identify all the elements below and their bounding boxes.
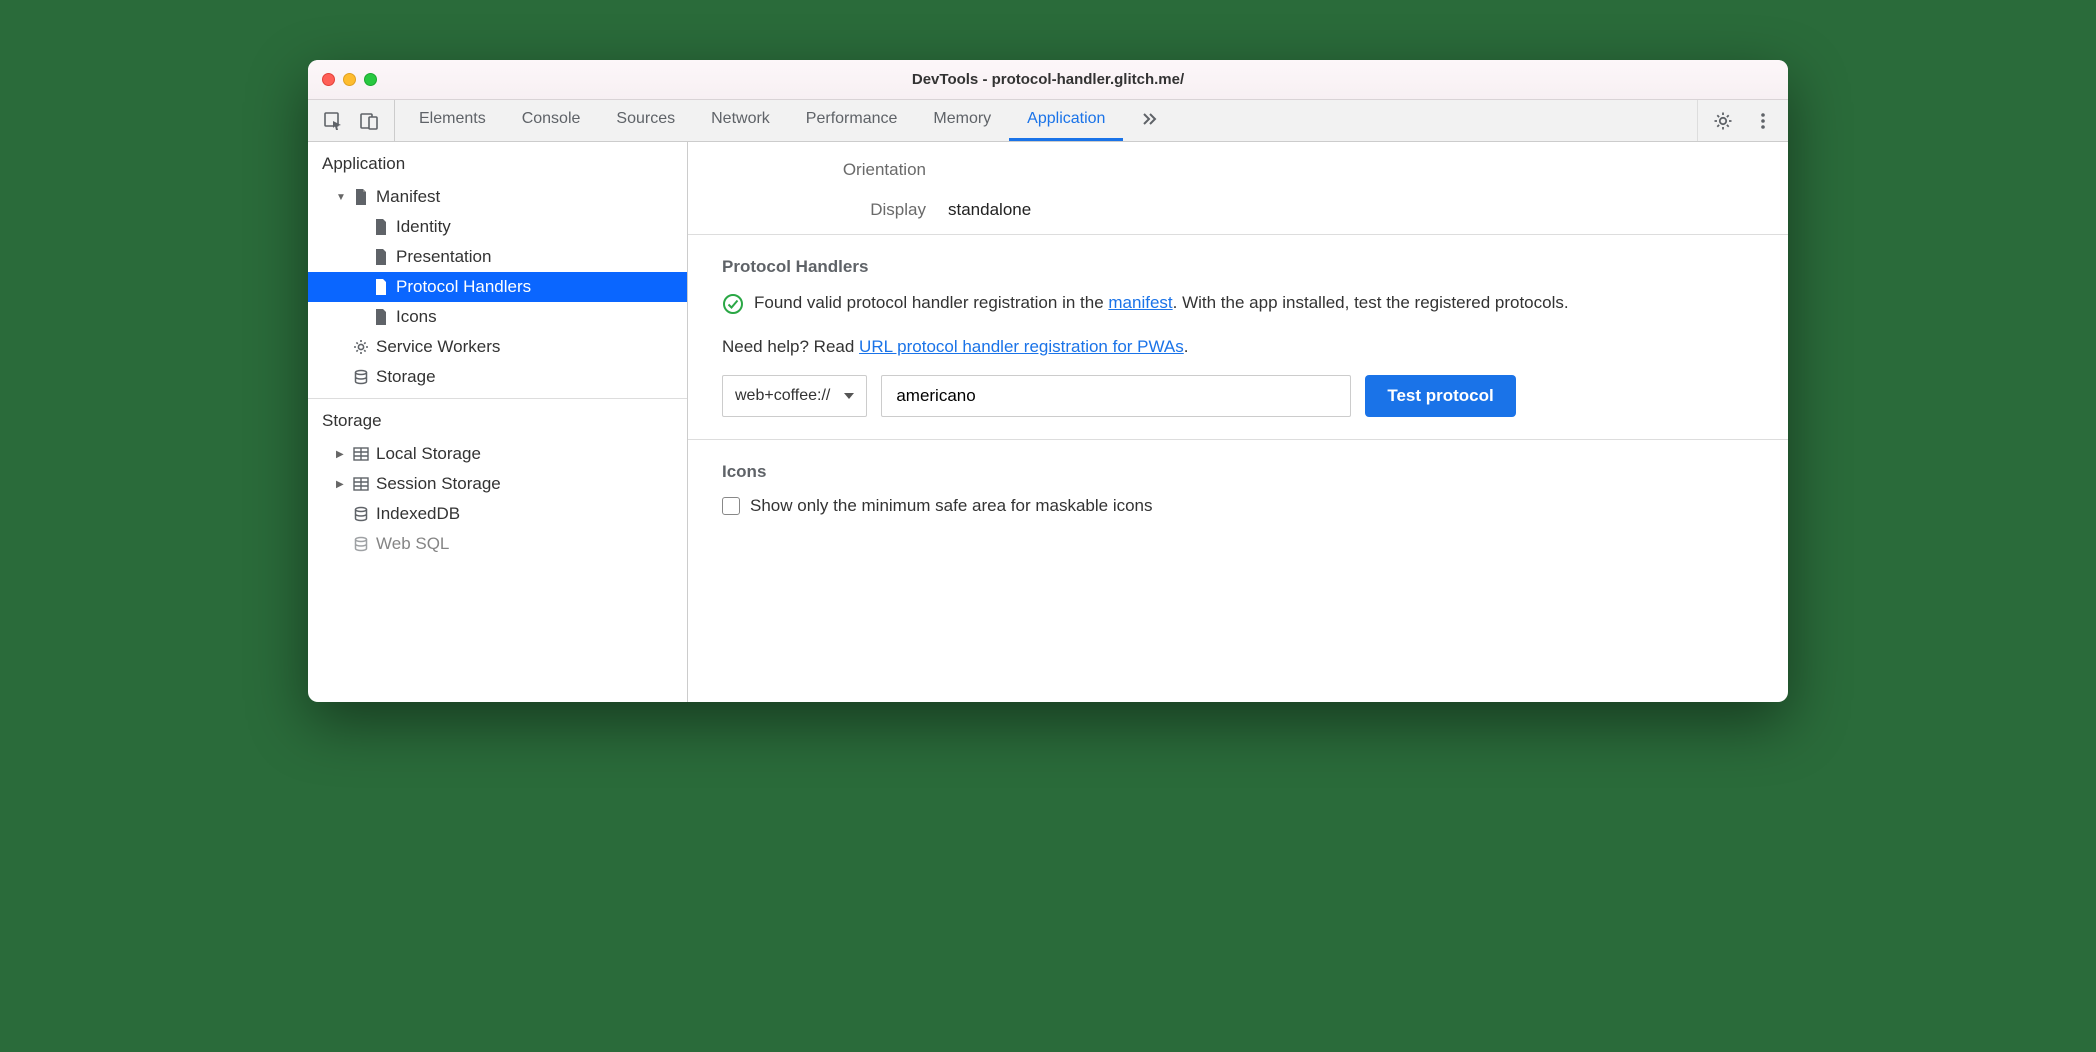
- settings-gear-icon[interactable]: [1712, 110, 1734, 132]
- sidebar-label: Service Workers: [376, 337, 500, 357]
- sidebar-item-identity[interactable]: Identity: [308, 212, 687, 242]
- tab-network[interactable]: Network: [693, 100, 788, 141]
- toolbar-left-icons: [308, 100, 395, 141]
- orientation-label: Orientation: [688, 160, 948, 180]
- display-value: standalone: [948, 200, 1031, 220]
- test-protocol-button[interactable]: Test protocol: [1365, 375, 1515, 417]
- maskable-checkbox[interactable]: [722, 497, 740, 515]
- help-link[interactable]: URL protocol handler registration for PW…: [859, 337, 1184, 356]
- sidebar-section-application: Application: [308, 142, 687, 182]
- sidebar-item-local-storage[interactable]: ▶ Local Storage: [308, 439, 687, 469]
- help-line: Need help? Read URL protocol handler reg…: [722, 337, 1754, 357]
- sidebar-section-storage: Storage: [308, 399, 687, 439]
- tab-performance[interactable]: Performance: [788, 100, 916, 141]
- sidebar-item-manifest[interactable]: ▼ Manifest: [308, 182, 687, 212]
- main-panel: Orientation Display standalone Protocol …: [688, 142, 1788, 702]
- sidebar-item-storage[interactable]: Storage: [308, 362, 687, 392]
- help-pre: Need help? Read: [722, 337, 859, 356]
- database-icon: [352, 535, 370, 553]
- zoom-window-button[interactable]: [364, 73, 377, 86]
- kebab-menu-icon[interactable]: [1752, 110, 1774, 132]
- sidebar-label: Protocol Handlers: [396, 277, 531, 297]
- sidebar-label: Local Storage: [376, 444, 481, 464]
- manifest-link[interactable]: manifest: [1108, 293, 1172, 312]
- sidebar-item-protocol-handlers[interactable]: Protocol Handlers: [308, 272, 687, 302]
- check-circle-icon: [722, 293, 744, 323]
- sidebar-label: Manifest: [376, 187, 440, 207]
- sidebar-item-service-workers[interactable]: Service Workers: [308, 332, 687, 362]
- main-toolbar: Elements Console Sources Network Perform…: [308, 100, 1788, 142]
- database-icon: [352, 368, 370, 386]
- sidebar-label: Icons: [396, 307, 437, 327]
- found-text-pre: Found valid protocol handler registratio…: [754, 293, 1108, 312]
- disclosure-triangle-icon: ▶: [336, 449, 346, 460]
- inspect-element-icon[interactable]: [322, 110, 344, 132]
- help-post: .: [1184, 337, 1189, 356]
- display-label: Display: [688, 200, 948, 220]
- maskable-checkbox-label: Show only the minimum safe area for mask…: [750, 496, 1153, 516]
- sidebar-item-indexeddb[interactable]: IndexedDB: [308, 499, 687, 529]
- sidebar-item-icons[interactable]: Icons: [308, 302, 687, 332]
- disclosure-triangle-icon: ▶: [336, 479, 346, 490]
- protocol-handlers-found: Found valid protocol handler registratio…: [722, 291, 1754, 323]
- display-row: Display standalone: [688, 194, 1788, 234]
- sidebar-item-presentation[interactable]: Presentation: [308, 242, 687, 272]
- panel-tabs: Elements Console Sources Network Perform…: [395, 100, 1697, 141]
- device-toolbar-icon[interactable]: [358, 110, 380, 132]
- table-icon: [352, 475, 370, 493]
- sidebar-label: Identity: [396, 217, 451, 237]
- traffic-lights: [322, 73, 377, 86]
- database-icon: [352, 505, 370, 523]
- application-sidebar: Application ▼ Manifest Identity Presenta…: [308, 142, 688, 702]
- file-icon: [372, 308, 390, 326]
- sidebar-label: Session Storage: [376, 474, 501, 494]
- window-title: DevTools - protocol-handler.glitch.me/: [308, 71, 1788, 88]
- file-icon: [352, 188, 370, 206]
- tab-overflow[interactable]: [1123, 100, 1177, 141]
- table-icon: [352, 445, 370, 463]
- content-body: Application ▼ Manifest Identity Presenta…: [308, 142, 1788, 702]
- gear-icon: [352, 338, 370, 356]
- sidebar-label: IndexedDB: [376, 504, 460, 524]
- tab-application[interactable]: Application: [1009, 100, 1123, 141]
- sidebar-label: Storage: [376, 367, 436, 387]
- devtools-window: DevTools - protocol-handler.glitch.me/ E…: [308, 60, 1788, 702]
- file-icon: [372, 278, 390, 296]
- protocol-handlers-section: Protocol Handlers Found valid protocol h…: [688, 234, 1788, 439]
- sidebar-label: Web SQL: [376, 534, 449, 554]
- found-text-post: . With the app installed, test the regis…: [1173, 293, 1569, 312]
- maskable-checkbox-row[interactable]: Show only the minimum safe area for mask…: [722, 496, 1754, 516]
- chevron-double-right-icon: [1141, 110, 1159, 128]
- tab-console[interactable]: Console: [504, 100, 599, 141]
- protocol-handlers-title: Protocol Handlers: [722, 257, 1754, 277]
- tab-sources[interactable]: Sources: [598, 100, 693, 141]
- caret-down-icon: [844, 393, 854, 399]
- toolbar-right: [1697, 100, 1788, 141]
- protocol-test-form: web+coffee:// Test protocol: [722, 375, 1754, 417]
- disclosure-triangle-icon: ▼: [336, 192, 346, 203]
- icons-section: Icons Show only the minimum safe area fo…: [688, 439, 1788, 538]
- tab-elements[interactable]: Elements: [401, 100, 504, 141]
- icons-title: Icons: [722, 462, 1754, 482]
- close-window-button[interactable]: [322, 73, 335, 86]
- protocol-scheme-select[interactable]: web+coffee://: [722, 375, 867, 417]
- sidebar-item-session-storage[interactable]: ▶ Session Storage: [308, 469, 687, 499]
- file-icon: [372, 248, 390, 266]
- sidebar-label: Presentation: [396, 247, 491, 267]
- titlebar: DevTools - protocol-handler.glitch.me/: [308, 60, 1788, 100]
- protocol-path-input[interactable]: [881, 375, 1351, 417]
- sidebar-item-websql[interactable]: Web SQL: [308, 529, 687, 559]
- orientation-row: Orientation: [688, 142, 1788, 194]
- tab-memory[interactable]: Memory: [915, 100, 1009, 141]
- protocol-scheme-value: web+coffee://: [735, 387, 830, 405]
- minimize-window-button[interactable]: [343, 73, 356, 86]
- file-icon: [372, 218, 390, 236]
